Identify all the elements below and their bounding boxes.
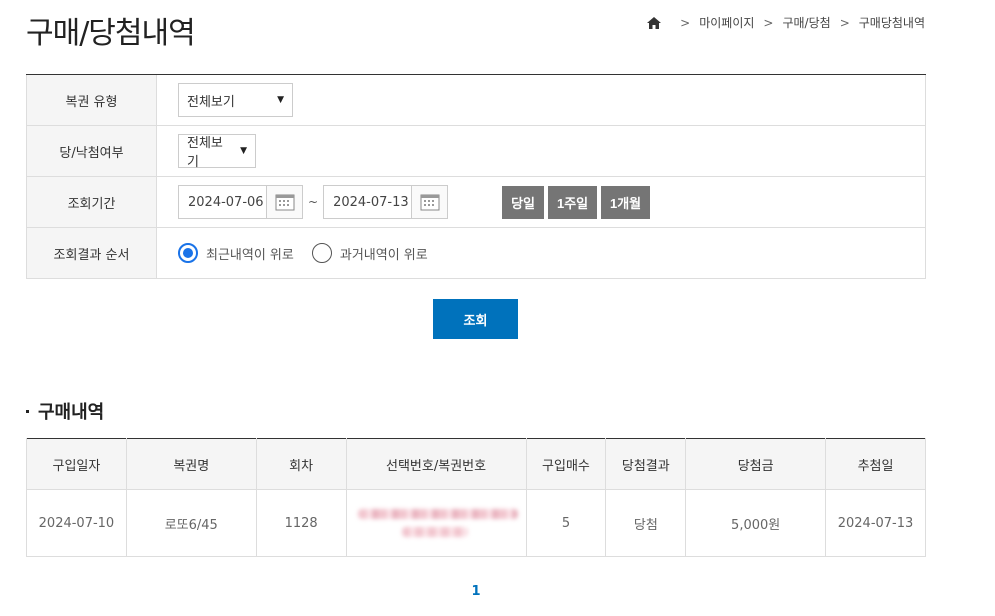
cell-draw-date: 2024-07-13 xyxy=(825,489,926,557)
breadcrumb: > 마이페이지 > 구매/당첨 > 구매당첨내역 xyxy=(647,14,925,31)
section-title: 구매내역 xyxy=(26,398,104,424)
order-past-label: 과거내역이 위로 xyxy=(339,247,428,263)
caret-down-icon: ▼ xyxy=(240,146,247,156)
cell-purchase-count: 5 xyxy=(525,489,607,557)
cell-prize: 5,000원 xyxy=(685,489,827,557)
breadcrumb-item-mypage[interactable]: 마이페이지 xyxy=(699,14,754,31)
bullet-icon xyxy=(26,409,29,413)
header-win-result: 당첨결과 xyxy=(605,438,687,490)
header-lottery-name: 복권명 xyxy=(125,438,257,490)
period-today-button[interactable]: 당일 xyxy=(502,185,545,219)
calendar-icon[interactable] xyxy=(266,186,302,218)
order-recent-label: 최근내역이 위로 xyxy=(206,247,294,263)
cell-win-result: 당첨 xyxy=(605,489,687,557)
filter-row-period: 조회기간 2024-07-06 ~ 2024-07-13 당일 1주일 1개월 xyxy=(26,177,926,228)
table-header-row: 구입일자 복권명 회차 선택번호/복권번호 구입매수 당첨결과 당첨금 추첨일 xyxy=(26,438,926,490)
header-prize: 당첨금 xyxy=(685,438,827,490)
filter-row-lottery-type: 복권 유형 전체보기 ▼ xyxy=(26,75,926,126)
chevron-right-icon: > xyxy=(680,15,691,30)
header-round: 회차 xyxy=(255,438,347,490)
end-date-input[interactable]: 2024-07-13 xyxy=(323,185,449,219)
win-status-value: 전체보기 xyxy=(187,136,223,170)
cell-selected-number[interactable] xyxy=(345,489,527,557)
win-status-label: 당/낙첨여부 xyxy=(27,126,157,176)
chevron-right-icon: > xyxy=(763,15,774,30)
header-purchase-count: 구입매수 xyxy=(525,438,607,490)
caret-down-icon: ▼ xyxy=(277,95,284,105)
redacted-ticket-number[interactable] xyxy=(354,505,519,541)
filter-row-win-status: 당/낙첨여부 전체보기 ▼ xyxy=(26,126,926,177)
page-number-current[interactable]: 1 xyxy=(471,584,480,599)
start-date-value: 2024-07-06 xyxy=(188,194,264,210)
end-date-value: 2024-07-13 xyxy=(333,194,409,210)
search-button[interactable]: 조회 xyxy=(433,299,518,339)
start-date-input[interactable]: 2024-07-06 xyxy=(178,185,303,219)
chevron-right-icon: > xyxy=(839,15,850,30)
date-range-separator: ~ xyxy=(308,195,319,209)
pagination: 1 xyxy=(0,584,952,599)
period-label: 조회기간 xyxy=(27,177,157,227)
order-label: 조회결과 순서 xyxy=(27,228,157,278)
period-1week-button[interactable]: 1주일 xyxy=(548,185,598,219)
page-title: 구매/당첨내역 xyxy=(26,16,196,51)
calendar-icon[interactable] xyxy=(411,186,448,218)
breadcrumb-item-current: 구매당첨내역 xyxy=(858,16,925,30)
header-draw-date: 추첨일 xyxy=(825,438,926,490)
purchase-section-title: 구매내역 xyxy=(38,402,105,423)
header-selected-number: 선택번호/복권번호 xyxy=(345,438,527,490)
home-icon[interactable] xyxy=(647,16,662,29)
breadcrumb-item-purchase-win[interactable]: 구매/당첨 xyxy=(782,14,830,31)
cell-lottery-name: 로또6/45 xyxy=(125,489,257,557)
cell-purchase-date: 2024-07-10 xyxy=(26,489,127,557)
search-filter-form: 복권 유형 전체보기 ▼ 당/낙첨여부 전체보기 ▼ 조회기간 2024-07-… xyxy=(26,74,926,279)
purchase-history-table: 구입일자 복권명 회차 선택번호/복권번호 구입매수 당첨결과 당첨금 추첨일 … xyxy=(26,438,926,557)
filter-row-order: 조회결과 순서 최근내역이 위로 과거내역이 위로 xyxy=(26,228,926,279)
radio-checked-icon[interactable] xyxy=(178,243,198,263)
order-recent-radio[interactable]: 최근내역이 위로 xyxy=(178,243,294,263)
header-purchase-date: 구입일자 xyxy=(26,438,127,490)
lottery-type-select[interactable]: 전체보기 ▼ xyxy=(178,83,293,117)
cell-round: 1128 xyxy=(255,489,347,557)
radio-unchecked-icon[interactable] xyxy=(311,243,332,263)
period-1month-button[interactable]: 1개월 xyxy=(601,185,651,219)
lottery-type-value: 전체보기 xyxy=(187,94,235,110)
table-row: 2024-07-10 로또6/45 1128 5 당첨 5,000원 2024-… xyxy=(26,489,926,557)
order-past-radio[interactable]: 과거내역이 위로 xyxy=(311,243,428,263)
win-status-select[interactable]: 전체보기 ▼ xyxy=(178,134,256,170)
lottery-type-label: 복권 유형 xyxy=(27,75,157,125)
